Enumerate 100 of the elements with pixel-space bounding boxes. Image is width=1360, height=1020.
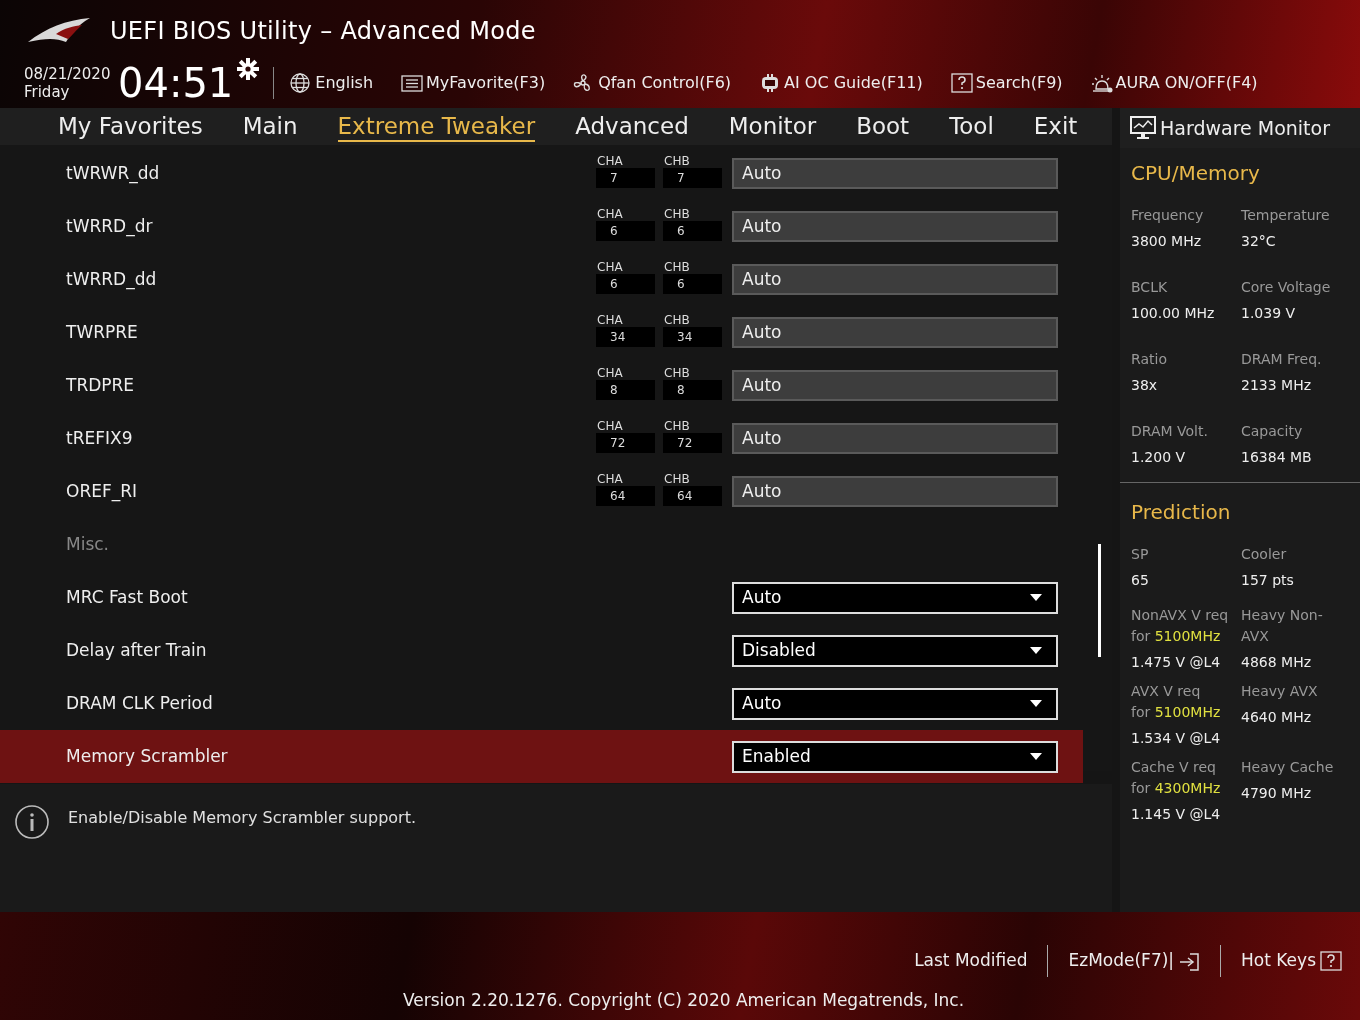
menu-tab[interactable]: Exit: [1033, 111, 1078, 142]
metric-label: BCLK: [1131, 278, 1169, 297]
dropdown[interactable]: Enabled: [732, 740, 1058, 773]
channel-value: 64: [596, 485, 655, 506]
metric-value: 32°C: [1241, 232, 1277, 251]
metric-value: 65: [1131, 571, 1150, 590]
channel-value: 72: [596, 432, 655, 453]
toolbar-button[interactable]: AI OC Guide(F11): [759, 71, 923, 95]
metric-label: Frequency: [1131, 206, 1205, 225]
lamp-icon: [1090, 73, 1113, 93]
channel-label: CHB: [664, 206, 690, 221]
weekday-text: Friday: [24, 83, 71, 101]
toolbar-button[interactable]: Search(F9): [950, 71, 1063, 95]
channel-label: CHA: [597, 471, 623, 486]
metric-value: 100.00 MHz: [1131, 304, 1216, 323]
metric-label: Cooler: [1241, 545, 1288, 564]
date-text: 08/21/2020: [24, 65, 112, 83]
channel-label: CHA: [597, 206, 623, 221]
metric-label: Core Voltage: [1241, 278, 1332, 297]
footer-button[interactable]: Last Modified: [914, 948, 1028, 974]
settings-icon[interactable]: [237, 58, 260, 80]
dropdown[interactable]: Auto: [732, 581, 1058, 614]
section-label: Misc.: [66, 532, 109, 556]
metric-label: Heavy Cache: [1241, 758, 1335, 777]
channel-value: 8: [596, 379, 655, 400]
version-text: Version 2.20.1276. Copyright (C) 2020 American Megatrends, Inc.: [403, 989, 965, 1012]
metric-value: 3800 MHz: [1131, 232, 1203, 251]
setting-label: DRAM CLK Period: [66, 691, 214, 715]
metric-label: Capacity: [1241, 422, 1304, 441]
channel-label: CHA: [597, 365, 623, 380]
metric-label: DRAM Volt.: [1131, 422, 1209, 441]
channel-label: CHA: [597, 418, 623, 433]
metric-value: 4868 MHz: [1241, 653, 1313, 672]
toolbar-button[interactable]: MyFavorite(F3): [401, 71, 546, 95]
channel-label: CHB: [664, 365, 690, 380]
metric-value: 1.145 V @L4: [1131, 805, 1222, 824]
channel-label: CHB: [664, 153, 690, 168]
menu-tab[interactable]: Boot: [856, 111, 910, 142]
channel-value: 8: [663, 379, 722, 400]
footer-button[interactable]: EzMode(F7)|: [1068, 948, 1201, 974]
frequency-text: for 4300MHz: [1131, 779, 1222, 798]
list-icon: [401, 73, 424, 93]
menu-tab[interactable]: Main: [242, 111, 298, 142]
metric-label: Temperature: [1241, 206, 1331, 225]
value-field[interactable]: Auto: [732, 158, 1058, 190]
help-icon: [950, 73, 973, 93]
setting-label: Delay after Train: [66, 638, 208, 662]
metric-value: 1.534 V @L4: [1131, 729, 1222, 748]
metric-label: DRAM Freq.: [1241, 350, 1323, 369]
metric-label: Heavy Non-AVX: [1241, 606, 1324, 646]
channel-value: 72: [663, 432, 722, 453]
caret-icon: [1030, 594, 1042, 602]
toolbar-button[interactable]: AURA ON/OFF(F4): [1090, 71, 1258, 95]
section-title: CPU/Memory: [1131, 160, 1261, 187]
menu-tab[interactable]: My Favorites: [58, 111, 203, 142]
setting-label: MRC Fast Boot: [66, 585, 189, 609]
channel-value: 6: [596, 273, 655, 294]
metric-label: Heavy AVX: [1241, 682, 1319, 701]
setting-label: tWRRD_dd: [66, 267, 158, 292]
toolbar-button[interactable]: English: [290, 71, 374, 95]
channel-value: 64: [663, 485, 722, 506]
value-field[interactable]: Auto: [732, 476, 1058, 508]
window-title: UEFI BIOS Utility – Advanced Mode: [110, 16, 536, 47]
dropdown[interactable]: Disabled: [732, 634, 1058, 667]
channel-label: CHB: [664, 259, 690, 274]
setting-label: TRDPRE: [66, 373, 136, 397]
metric-value: 38x: [1131, 376, 1159, 395]
section-title: Prediction: [1131, 499, 1232, 526]
setting-label: tWRWR_dd: [66, 161, 161, 186]
info-icon: [14, 804, 50, 841]
setting-label: Memory Scrambler: [66, 744, 229, 768]
menu-tab[interactable]: Extreme Tweaker: [337, 111, 536, 142]
channel-label: CHB: [664, 471, 690, 486]
value-field[interactable]: Auto: [732, 264, 1058, 296]
channel-label: CHA: [597, 259, 623, 274]
dropdown[interactable]: Auto: [732, 687, 1058, 720]
channel-value: 6: [663, 220, 722, 241]
value-field[interactable]: Auto: [732, 317, 1058, 349]
value-field[interactable]: Auto: [732, 370, 1058, 402]
toolbar-button[interactable]: Qfan Control(F6): [573, 71, 732, 95]
channel-value: 7: [596, 167, 655, 188]
menu-tab[interactable]: Advanced: [575, 111, 689, 142]
metric-label: Cache V req: [1131, 758, 1217, 777]
channel-label: CHA: [597, 153, 623, 168]
channel-value: 7: [663, 167, 722, 188]
metric-value: 157 pts: [1241, 571, 1295, 590]
exit-icon: [1178, 951, 1201, 971]
menu-tab[interactable]: Monitor: [728, 111, 817, 142]
metric-value: 1.475 V @L4: [1131, 653, 1222, 672]
value-field[interactable]: Auto: [732, 423, 1058, 455]
selected-row[interactable]: Memory Scrambler Enabled: [0, 730, 1083, 784]
menu-tab[interactable]: Tool: [949, 111, 994, 142]
metric-value: 2133 MHz: [1241, 376, 1313, 395]
footer-button[interactable]: Hot Keys: [1241, 948, 1342, 974]
setting-label: TWRPRE: [66, 320, 139, 344]
setting-label: tREFIX9: [66, 426, 134, 450]
scrollbar[interactable]: [1098, 544, 1101, 658]
setting-label: tWRRD_dr: [66, 214, 154, 239]
metric-label: Ratio: [1131, 350, 1168, 369]
value-field[interactable]: Auto: [732, 211, 1058, 243]
